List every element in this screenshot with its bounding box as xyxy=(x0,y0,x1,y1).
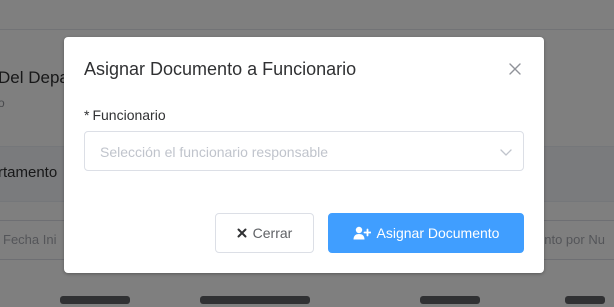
cancel-button[interactable]: Cerrar xyxy=(215,213,314,253)
select-placeholder: Selección el funcionario responsable xyxy=(100,144,329,160)
assign-document-dialog: Asignar Documento a Funcionario * Funcion… xyxy=(64,37,544,273)
funcionario-label-text: Funcionario xyxy=(92,107,166,123)
cancel-button-label: Cerrar xyxy=(252,225,293,241)
funcionario-label: * Funcionario xyxy=(84,107,166,123)
funcionario-select[interactable]: Selección el funcionario responsable xyxy=(84,131,524,171)
assign-document-button[interactable]: Asignar Documento xyxy=(328,213,524,253)
close-button[interactable] xyxy=(507,61,523,77)
user-plus-icon xyxy=(353,226,371,240)
close-icon xyxy=(509,63,521,75)
assign-document-button-label: Asignar Documento xyxy=(376,225,500,241)
dialog-title: Asignar Documento a Funcionario xyxy=(84,59,357,79)
chevron-down-icon xyxy=(500,149,512,156)
required-mark: * xyxy=(84,107,90,123)
close-icon xyxy=(237,228,247,238)
